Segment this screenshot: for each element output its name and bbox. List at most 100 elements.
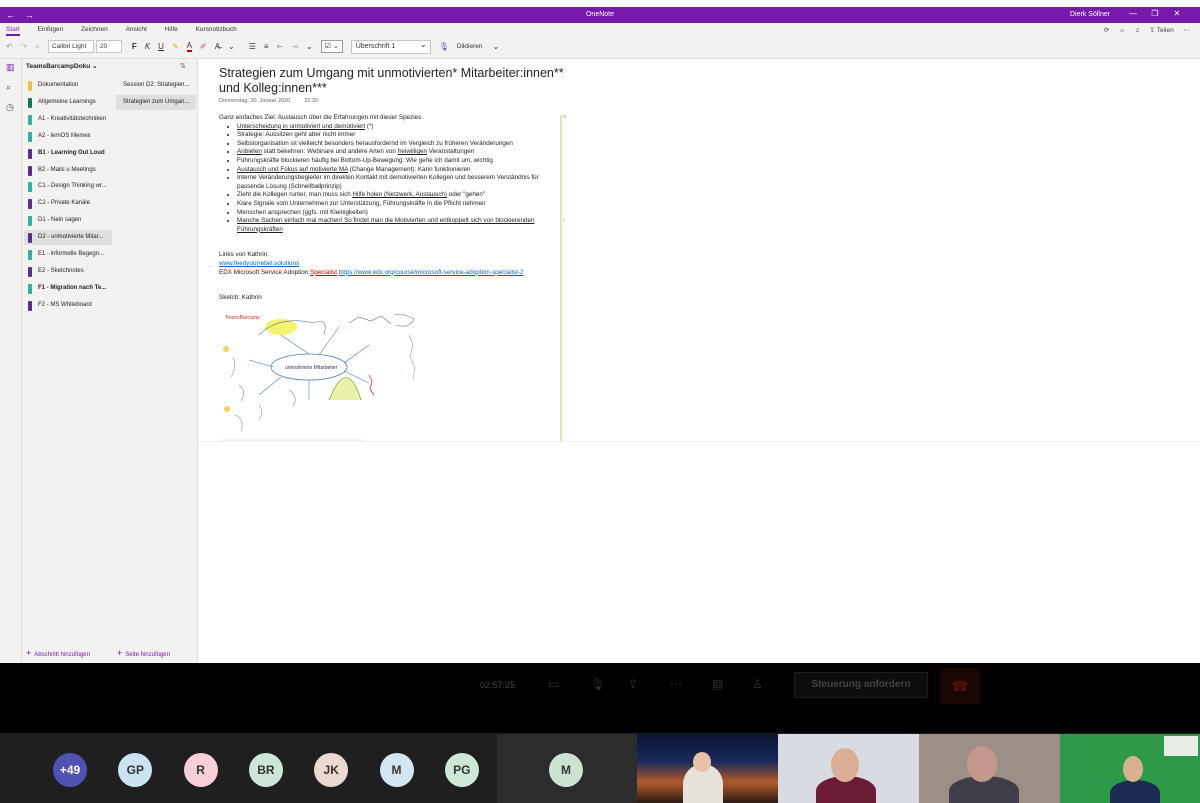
section-item[interactable]: B2 - Mails u Meetings <box>24 163 112 178</box>
section-item[interactable]: B1 - Learning Out Loud <box>24 146 112 161</box>
page-body[interactable]: Ganz einfaches Ziel: Austausch über die … <box>219 114 559 303</box>
section-item[interactable]: D1 - Nein sagen <box>24 213 112 228</box>
avatar[interactable]: M <box>379 753 414 787</box>
redo-icon[interactable]: ↷ <box>21 42 28 51</box>
video-tile[interactable] <box>1060 734 1200 803</box>
section-item[interactable]: C2 - Private Kanäle <box>24 196 112 211</box>
maximize-icon[interactable]: ❐ <box>1144 9 1166 18</box>
video-tile[interactable] <box>637 734 778 803</box>
add-page-button[interactable]: + Seite hinzufügen <box>117 648 170 658</box>
section-color-tab <box>28 131 32 142</box>
chevron-down-icon[interactable]: ⌄ <box>228 42 235 51</box>
numbered-list-icon[interactable]: ≡ <box>264 42 269 51</box>
tab-einfuegen[interactable]: Einfügen <box>38 26 64 34</box>
section-color-tab <box>28 81 32 91</box>
user-name[interactable]: Dierk Söllner <box>1070 11 1110 18</box>
clear-formatting-icon[interactable]: ✐ <box>200 42 207 51</box>
minimize-icon[interactable]: — <box>1122 9 1144 18</box>
tab-ansicht[interactable]: Ansicht <box>126 26 147 34</box>
avatar[interactable]: R <box>183 753 218 787</box>
request-control-button[interactable]: Steuerung anfordern <box>794 672 928 698</box>
italic-button[interactable]: K <box>145 42 150 51</box>
link-feedyourrebel[interactable]: www.feedyourrebel.solutions <box>219 260 299 267</box>
section-color-tab <box>28 165 32 176</box>
section-label: F2 - MS Whiteboard <box>38 301 92 308</box>
text-effects-icon[interactable]: A̶ <box>215 42 220 51</box>
font-name-field[interactable]: Calibri Light <box>47 40 94 53</box>
format-painter-icon[interactable]: ⌗ <box>35 42 40 52</box>
undo-icon[interactable]: ↶ <box>6 42 13 51</box>
avatar[interactable]: PG <box>444 753 479 787</box>
chevron-down-icon: ⌄ <box>92 63 98 70</box>
more-options-icon[interactable]: ⋯ <box>1184 27 1191 34</box>
section-color-tab <box>28 266 32 277</box>
avatar[interactable]: JK <box>314 753 349 787</box>
share-button[interactable]: ⇪ Teilen <box>1150 27 1174 34</box>
section-item[interactable]: F2 - MS Whiteboard <box>24 298 112 313</box>
chat-icon[interactable]: ▤ <box>712 677 723 691</box>
tab-zeichnen[interactable]: Zeichnen <box>81 26 108 34</box>
tab-kursnotizbuch[interactable]: Kursnotizbuch <box>196 26 237 34</box>
section-color-tab <box>28 233 32 244</box>
chevron-down-icon[interactable]: ⌄ <box>493 42 500 51</box>
font-size-field[interactable]: 20 <box>95 40 122 53</box>
highlighter-icon[interactable]: ✎ <box>172 42 179 51</box>
bullet-list-icon[interactable]: ☰ <box>249 42 256 51</box>
share-screen-icon[interactable]: ⇪ <box>628 677 638 691</box>
section-item[interactable]: Dokumentation <box>24 78 112 93</box>
sort-pages-icon[interactable]: ⇅ <box>180 62 186 70</box>
video-tile[interactable] <box>778 734 919 803</box>
section-item[interactable]: Allgemeine Learnings <box>24 95 112 110</box>
camera-icon[interactable]: ▭ <box>548 677 559 691</box>
section-item[interactable]: C1 - Design Thinking wr... <box>24 179 112 194</box>
hang-up-button[interactable]: ☎ <box>940 668 980 704</box>
container-handle[interactable]: ı <box>563 218 564 224</box>
plus-icon: + <box>26 648 32 658</box>
search-icon[interactable]: ⌕ <box>6 82 11 93</box>
section-item[interactable]: E2 - Sketchnotes <box>24 264 112 279</box>
participants-icon[interactable]: ♙ <box>752 677 763 691</box>
close-icon[interactable]: ✕ <box>1166 9 1188 18</box>
dictate-button[interactable]: Diktieren <box>457 43 483 50</box>
chevron-down-icon[interactable]: ⌄ <box>306 42 313 51</box>
bullet-text: Menschen ansprechen (ggfs. mit Kleinigke… <box>237 208 368 216</box>
bold-button[interactable]: F <box>132 42 137 51</box>
avatar: M <box>549 753 583 787</box>
todo-tag-icon[interactable]: ☑ ⌄ <box>320 40 343 53</box>
notebooks-icon[interactable]: ▥ <box>6 62 15 73</box>
lightbulb-icon[interactable]: ☼ <box>1119 27 1125 34</box>
recent-icon[interactable]: ◷ <box>6 102 14 113</box>
page-item[interactable]: Session D2: Strategien... <box>116 78 196 93</box>
bell-icon[interactable]: ♫ <box>1135 27 1140 34</box>
sketch-logo: TeamsBarcamp <box>225 315 260 321</box>
sketch-image[interactable]: TeamsBarcamp unmotivierte Mitarbeiter <box>219 305 441 441</box>
avatar[interactable]: +49 <box>53 753 87 787</box>
underline-button[interactable]: U <box>158 42 164 51</box>
bullet-text: Zieht die Kollegen runter, man muss sich <box>237 191 353 199</box>
style-select[interactable]: Überschrift 1 <box>350 39 431 54</box>
activity-icon[interactable]: ⟳ <box>1104 27 1109 34</box>
ribbon-toolbar: ↶ ↷ ⌗ Calibri Light 20 F K U ✎ A ✐ A̶ ⌄ … <box>6 39 507 54</box>
section-item[interactable]: E1 - informelle Begegn... <box>24 247 112 262</box>
section-item[interactable]: A1 - Kreativitätstechniken <box>24 112 112 127</box>
tab-hilfe[interactable]: Hilfe <box>165 26 178 34</box>
section-item[interactable]: F1 - Migration nach Te... <box>24 281 112 296</box>
increase-indent-icon[interactable]: ⇥ <box>291 42 298 51</box>
notebook-selector[interactable]: TeamsBarcampDoku ⌄ <box>26 62 97 70</box>
decrease-indent-icon[interactable]: ⇤ <box>277 42 284 51</box>
avatar[interactable]: BR <box>248 753 283 787</box>
microphone-icon[interactable]: 🎙︎ <box>590 677 605 691</box>
video-tile[interactable] <box>919 734 1060 803</box>
tab-start[interactable]: Start <box>6 26 20 36</box>
font-color-icon[interactable]: A <box>186 41 192 52</box>
more-actions-icon[interactable]: ⋯ <box>670 677 682 691</box>
add-section-button[interactable]: + Abschnitt hinzufügen <box>26 648 90 658</box>
page-title[interactable]: Strategien zum Umgang mit unmotivierten*… <box>219 66 579 96</box>
bullet-text: Austausch und Fokus auf motivierte MA <box>237 165 348 173</box>
page-item[interactable]: Strategien zum Umgan... <box>116 94 196 110</box>
container-handle[interactable]: o <box>563 114 566 120</box>
section-item[interactable]: A2 - lernOS Memex <box>24 129 112 144</box>
link-edx[interactable]: https://www.edx.org/course/microsoft-ser… <box>339 269 524 276</box>
microphone-icon[interactable]: 🎙︎ <box>439 42 449 51</box>
section-item[interactable]: D2 - unmotivierte Mitar... <box>24 230 112 246</box>
